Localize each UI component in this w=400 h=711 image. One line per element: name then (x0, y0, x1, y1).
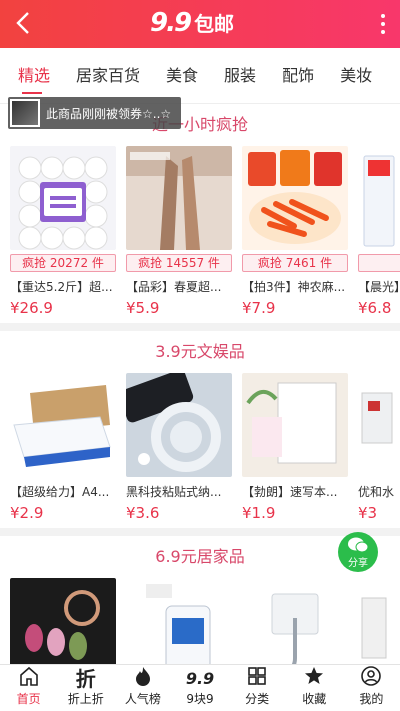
product-image[interactable] (126, 146, 232, 250)
share-label: 分享 (348, 558, 368, 569)
tab-discount[interactable]: 折 折上折 (57, 665, 114, 711)
product-image[interactable] (242, 146, 348, 250)
product-name[interactable]: 【品彩】春夏超... (126, 278, 232, 295)
product-image[interactable] (242, 578, 348, 664)
product-image[interactable] (358, 373, 400, 477)
product-price: ¥26.9 (10, 299, 53, 317)
tab-home[interactable]: 首页 (0, 665, 57, 711)
product-row[interactable]: 疯抢 20272 件 【重达5.2斤】超... ¥26.9 疯抢 14557 件… (0, 146, 400, 317)
grid-icon (229, 665, 286, 691)
product-name[interactable]: 黑科技粘贴式纳... (126, 483, 232, 500)
product-name[interactable]: 优和水 (358, 483, 400, 500)
product-card[interactable]: 疯 【晨光】 ¥6.8 (358, 146, 400, 317)
tab-featured[interactable]: 精选 (0, 48, 63, 103)
sold-count-badge: 疯抢 14557 件 (126, 254, 232, 272)
header-bar: 9.9 包邮 (0, 0, 400, 48)
tab-nine-nine[interactable]: 9.9 9块9 (171, 665, 228, 711)
tab-food[interactable]: 美食 (153, 48, 211, 103)
logo-text: 包邮 (194, 12, 235, 36)
tab-accessories[interactable]: 配饰 (269, 48, 327, 103)
wechat-icon (338, 532, 378, 554)
product-price: ¥7.9 (242, 299, 276, 317)
product-card[interactable] (10, 578, 116, 664)
tab-clothing[interactable]: 服装 (211, 48, 269, 103)
tab-label: 分类 (245, 692, 270, 706)
product-name[interactable]: 【重达5.2斤】超... (10, 278, 116, 295)
share-button[interactable]: 分享 (338, 532, 378, 572)
product-image[interactable] (10, 578, 116, 664)
tab-label: 9块9 (186, 692, 214, 706)
product-card[interactable]: 【勃朗】速写本... ¥1.9 (242, 373, 348, 522)
product-price: ¥3 (358, 504, 378, 522)
bottom-tabbar: 首页 折 折上折 人气榜 9.9 9块9 分类 收藏 我的 (0, 664, 400, 711)
product-image[interactable] (10, 146, 116, 250)
tab-label: 折上折 (67, 692, 104, 706)
section-hot: 近一小时疯抢 疯抢 20272 件 【重达5.2斤】超... ¥26.9 疯抢 … (0, 104, 400, 323)
product-price: ¥1.9 (242, 504, 276, 522)
app-logo: 9.9 包邮 (150, 8, 234, 40)
home-icon (0, 665, 57, 691)
product-name[interactable]: 【拍3件】神农麻... (242, 278, 348, 295)
section-stationery: 3.9元文娱品 【超级给力】A4... ¥2.9 黑科技粘贴式纳... ¥3.6… (0, 331, 400, 528)
toast-product-image (10, 99, 40, 127)
tab-home-goods[interactable]: 居家百货 (63, 48, 153, 103)
sold-count-badge: 疯抢 20272 件 (10, 254, 116, 272)
sold-count-badge: 疯抢 7461 件 (242, 254, 348, 272)
product-image[interactable] (358, 146, 400, 250)
product-card[interactable]: 优和水 ¥3 (358, 373, 400, 522)
logo-number: 9.9 (150, 8, 192, 38)
tab-label: 首页 (16, 692, 41, 706)
nine-nine-icon: 9.9 (185, 669, 215, 688)
product-name[interactable]: 【勃朗】速写本... (242, 483, 348, 500)
product-image[interactable] (126, 578, 232, 664)
product-image[interactable] (242, 373, 348, 477)
product-card[interactable] (242, 578, 348, 664)
tab-favorites[interactable]: 收藏 (286, 665, 343, 711)
product-price: ¥2.9 (10, 504, 44, 522)
product-card[interactable]: 【超级给力】A4... ¥2.9 (10, 373, 116, 522)
user-icon (343, 665, 400, 691)
fire-icon (114, 665, 171, 691)
notification-toast: 此商品刚刚被领券☆..☆ (8, 97, 182, 129)
section-title: 3.9元文娱品 (155, 342, 245, 361)
product-row[interactable] (0, 578, 400, 664)
more-vertical-icon[interactable] (380, 12, 386, 36)
chevron-left-icon[interactable] (10, 7, 38, 39)
product-card[interactable]: 疯抢 7461 件 【拍3件】神农麻... ¥7.9 (242, 146, 348, 317)
product-card[interactable]: 疯抢 20272 件 【重达5.2斤】超... ¥26.9 (10, 146, 116, 317)
tab-beauty[interactable]: 美妆 (327, 48, 385, 103)
product-image[interactable] (10, 373, 116, 477)
tab-label: 我的 (359, 692, 384, 706)
product-card[interactable]: 黑科技粘贴式纳... ¥3.6 (126, 373, 232, 522)
product-card[interactable]: 疯抢 14557 件 【品彩】春夏超... ¥5.9 (126, 146, 232, 317)
product-price: ¥3.6 (126, 504, 160, 522)
product-name[interactable]: 【晨光】 (358, 278, 400, 295)
product-price: ¥5.9 (126, 299, 160, 317)
product-price: ¥6.8 (358, 299, 392, 317)
product-row[interactable]: 【超级给力】A4... ¥2.9 黑科技粘贴式纳... ¥3.6 【勃朗】速写本… (0, 373, 400, 522)
product-image[interactable] (126, 373, 232, 477)
category-tabs: 精选 居家百货 美食 服装 配饰 美妆 (0, 48, 400, 104)
toast-text: 此商品刚刚被领券☆..☆ (46, 106, 172, 121)
tab-label: 收藏 (302, 692, 327, 706)
tab-category[interactable]: 分类 (229, 665, 286, 711)
sold-count-badge: 疯 (358, 254, 400, 272)
star-icon (286, 665, 343, 691)
tab-mine[interactable]: 我的 (343, 665, 400, 711)
tab-label: 人气榜 (124, 692, 161, 706)
tab-popular[interactable]: 人气榜 (114, 665, 171, 711)
product-image[interactable] (358, 578, 400, 664)
product-card[interactable] (358, 578, 400, 664)
product-name[interactable]: 【超级给力】A4... (10, 483, 116, 500)
discount-icon: 折 (75, 667, 96, 691)
main-content[interactable]: 近一小时疯抢 疯抢 20272 件 【重达5.2斤】超... ¥26.9 疯抢 … (0, 104, 400, 664)
product-card[interactable] (126, 578, 232, 664)
